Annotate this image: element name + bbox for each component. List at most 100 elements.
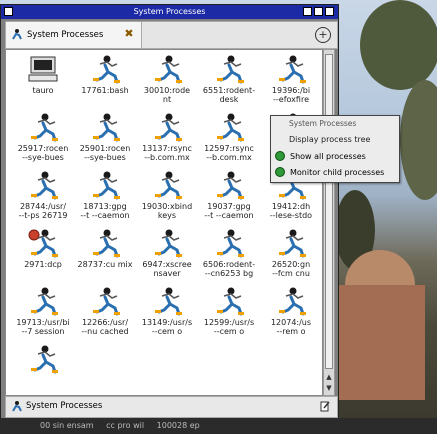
process-item[interactable]: 25917:rocen --sye-bues [12, 112, 74, 170]
process-label: 13137:rsync --b.com.mx [142, 144, 192, 162]
process-item[interactable]: 12599:/usr/s --cem o [198, 286, 260, 344]
process-runner-icon [12, 170, 74, 200]
maximize-button[interactable] [314, 7, 323, 16]
process-item[interactable]: 13149:/usr/s --cem o [136, 286, 198, 344]
process-item[interactable]: 19396:/bi --efoxfire [260, 54, 322, 112]
process-item[interactable]: 19030:xbind keys [136, 170, 198, 228]
process-item[interactable]: 6551:rodent- desk [198, 54, 260, 112]
process-label: 28737:cu mix [77, 260, 133, 269]
process-item [260, 344, 322, 395]
process-runner-icon [74, 170, 136, 200]
popup-title: System Processes [289, 119, 357, 128]
processes-tab-icon [11, 28, 23, 43]
process-item [74, 344, 136, 395]
scroll-down-arrow-icon[interactable]: ▼ [324, 383, 334, 393]
edit-icon[interactable] [319, 400, 331, 415]
process-options-popup: System Processes Display process tree Sh… [270, 115, 400, 183]
radio-icon [275, 167, 285, 177]
process-runner-icon [74, 112, 136, 142]
process-item[interactable]: 28744:/usr/ --t-ps 26719 [12, 170, 74, 228]
process-item[interactable]: 28737:cu mix [74, 228, 136, 286]
process-runner-icon [260, 286, 322, 316]
scroll-up-arrow-icon[interactable]: ▲ [324, 372, 334, 382]
process-runner-icon [260, 54, 322, 84]
close-tab-icon[interactable]: ✖ [123, 28, 135, 40]
taskbar-item[interactable]: 00 sin ensam [40, 421, 94, 430]
process-label: 19396:/bi --efoxfire [271, 86, 311, 104]
monitor-child-processes-option[interactable]: Monitor child processes [275, 165, 397, 179]
process-item[interactable]: 12597:rsync --b.com.mx [198, 112, 260, 170]
option-label: Show all processes [290, 151, 366, 161]
process-label: 12266:/usr/ --nu cached [81, 318, 129, 336]
taskbar-item[interactable]: 100028 ep [157, 421, 200, 430]
process-item[interactable]: 26520:gn --fcm cnu [260, 228, 322, 286]
scrollbar-thumb[interactable] [325, 54, 333, 369]
process-runner-icon [198, 228, 260, 258]
process-label: 12074:/us --rem o [270, 318, 312, 336]
process-item[interactable]: 13137:rsync --b.com.mx [136, 112, 198, 170]
process-alert-icon [12, 228, 74, 258]
process-runner-icon [12, 112, 74, 142]
process-item[interactable] [12, 344, 74, 395]
computer-icon [12, 54, 74, 84]
process-label: 25901:rocen --sye-bues [79, 144, 131, 162]
window-menu-button[interactable] [4, 7, 13, 16]
process-item[interactable]: 12266:/usr/ --nu cached [74, 286, 136, 344]
process-label: 26520:gn --fcm cnu [271, 260, 311, 278]
status-bar: System Processes [5, 396, 338, 418]
process-item[interactable]: 6947:xscree nsaver [136, 228, 198, 286]
process-item[interactable]: 2971:dcp [12, 228, 74, 286]
status-label: System Processes [26, 401, 103, 411]
process-label: 30010:rode nt [143, 86, 191, 104]
taskbar-item[interactable]: cc pro wil [106, 421, 144, 430]
process-item[interactable]: 19037:gpg --t --caemon [198, 170, 260, 228]
process-item[interactable]: 30010:rode nt [136, 54, 198, 112]
process-item [136, 344, 198, 395]
window-titlebar[interactable]: System Processes [1, 5, 338, 19]
process-label: 12599:/usr/s --cem o [203, 318, 255, 336]
process-item[interactable]: 12074:/us --rem o [260, 286, 322, 344]
process-runner-icon [12, 286, 74, 316]
process-item[interactable]: tauro [12, 54, 74, 112]
option-label: Monitor child processes [290, 167, 385, 177]
process-runner-icon [198, 286, 260, 316]
popup-heading[interactable]: Display process tree [289, 135, 370, 144]
process-runner-icon [198, 170, 260, 200]
add-tab-icon[interactable]: + [315, 27, 331, 43]
process-icon-view[interactable]: tauro 17761:bash 30010:rode nt 6551:rode… [5, 49, 323, 396]
desktop-building [335, 285, 425, 400]
tab-label: System Processes [27, 30, 104, 40]
radio-icon [275, 151, 285, 161]
process-runner-icon [136, 170, 198, 200]
process-item[interactable]: 19713:/usr/bi --7 session [12, 286, 74, 344]
tab-system-processes[interactable]: System Processes ✖ [6, 22, 142, 48]
process-runner-icon [136, 54, 198, 84]
vertical-scrollbar[interactable]: ▲ ▼ [323, 49, 335, 396]
process-runner-icon [136, 228, 198, 258]
process-label: 19037:gpg --t --caemon [204, 202, 254, 220]
desktop-tree [400, 80, 437, 200]
process-item[interactable]: 25901:rocen --sye-bues [74, 112, 136, 170]
process-label: 19713:/usr/bi --7 session [16, 318, 70, 336]
desktop-tree [360, 0, 437, 90]
process-label: 18713:gpg --t --caemon [80, 202, 130, 220]
process-runner-icon [198, 54, 260, 84]
process-label: 25917:rocen --sye-bues [17, 144, 69, 162]
taskbar: 00 sin ensam cc pro wil 100028 ep [0, 418, 437, 434]
process-runner-icon [74, 286, 136, 316]
process-item[interactable]: 18713:gpg --t --caemon [74, 170, 136, 228]
process-runner-icon [136, 112, 198, 142]
show-all-processes-option[interactable]: Show all processes [275, 149, 397, 163]
close-button[interactable] [325, 7, 334, 16]
process-label: 13149:/usr/s --cem o [141, 318, 193, 336]
process-runner-icon [260, 228, 322, 258]
minimize-button[interactable] [303, 7, 312, 16]
process-label: 19030:xbind keys [141, 202, 193, 220]
process-item[interactable]: 6506:rodent- --cn6253 bg [198, 228, 260, 286]
process-label: 6551:rodent- desk [202, 86, 256, 104]
process-label: tauro [32, 86, 54, 95]
window-title: System Processes [133, 7, 206, 16]
process-runner-icon [74, 54, 136, 84]
process-item[interactable]: 17761:bash [74, 54, 136, 112]
status-icon [11, 400, 23, 415]
